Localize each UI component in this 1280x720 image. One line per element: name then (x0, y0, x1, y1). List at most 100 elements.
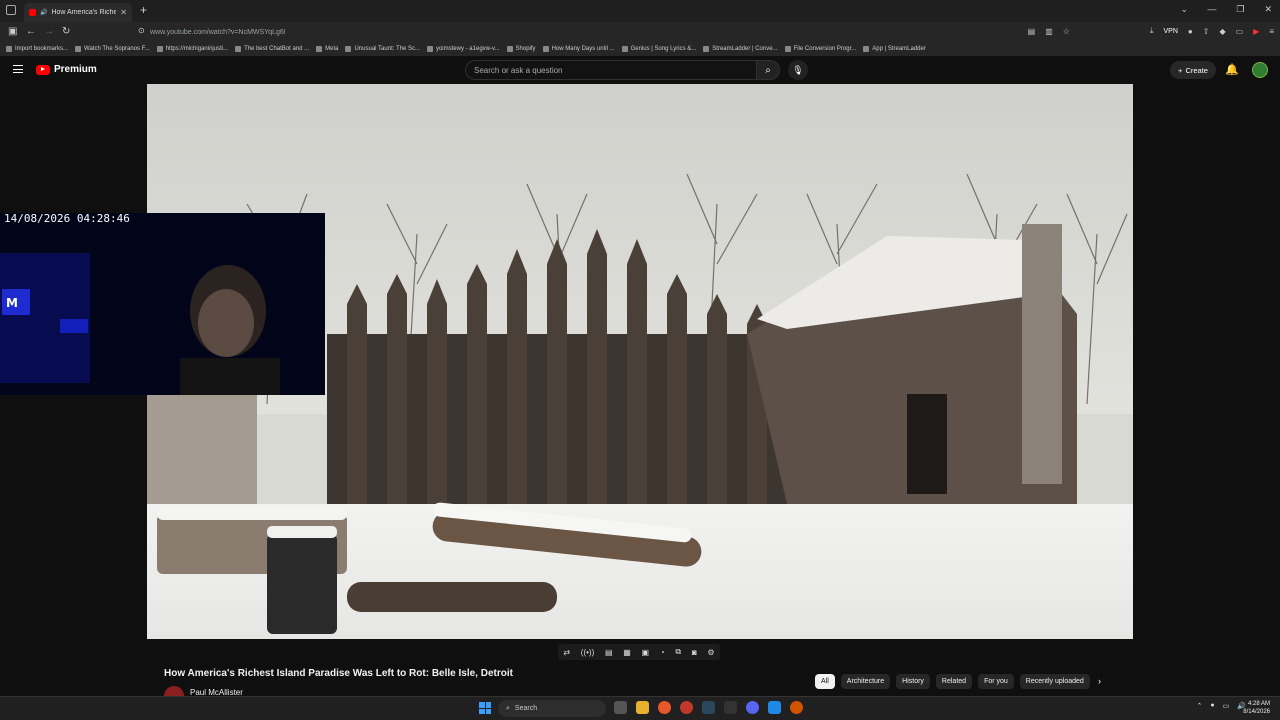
windows-taskbar: ⌕ Search ⌃ ● ▭ 🔊 4:28 AM 8/14/2026 (0, 696, 1280, 720)
bookmark-item[interactable]: Genius | Song Lyrics &... (621, 46, 696, 52)
speed-icon[interactable]: ◔ (660, 648, 665, 657)
bookmark-item[interactable]: File Conversion Progr... (784, 46, 856, 52)
browser-tab[interactable]: 🔊 How America's Richest Isla ✕ (24, 3, 132, 22)
bookmark-favicon-icon (621, 46, 628, 52)
chip-architecture[interactable]: Architecture (840, 674, 891, 689)
microphone-icon: 🎙 (792, 64, 804, 75)
bookmark-item[interactable]: The best ChatBot and ... (235, 46, 309, 52)
task-view-icon[interactable] (614, 701, 627, 714)
share-icon[interactable]: ⇧ (1203, 27, 1210, 36)
network-icon[interactable]: ▭ (1223, 702, 1230, 710)
pip-icon[interactable]: ⧉ (675, 647, 681, 657)
close-tab-icon[interactable]: ✕ (120, 8, 127, 17)
shield-icon[interactable]: ◆ (1219, 27, 1225, 36)
discord-icon[interactable] (746, 701, 759, 714)
minimize-button[interactable]: — (1207, 4, 1216, 15)
tab-overview-icon[interactable] (6, 5, 16, 15)
notifications-bell-icon[interactable]: 🔔 (1225, 63, 1239, 76)
overlay-timestamp: 14/08/2026 04:28:46 (4, 212, 130, 225)
menu-icon[interactable]: ≡ (1269, 27, 1274, 36)
bookmark-item[interactable]: Import bookmarks... (6, 46, 68, 52)
settings-gear-icon[interactable]: ⚙ (707, 648, 714, 657)
youtube-extension-icon[interactable]: ▶ (1253, 27, 1259, 36)
bookmark-favicon-icon (316, 46, 323, 52)
site-info-icon[interactable]: ⊙ (138, 26, 145, 35)
loop-icon[interactable]: ⇄ (563, 648, 570, 657)
tray-chevron-icon[interactable]: ⌃ (1197, 702, 1203, 710)
bookmark-favicon-icon (6, 46, 12, 52)
youtube-logo[interactable]: Premium (36, 64, 97, 75)
logo-text: Premium (54, 64, 97, 75)
bookmark-item[interactable]: Watch The Sopranos F... (75, 46, 150, 52)
reload-button[interactable]: ↻ (62, 26, 70, 37)
bookmark-label: Watch The Sopranos F... (84, 46, 150, 52)
browser-icon[interactable] (790, 701, 803, 714)
store-icon[interactable] (768, 701, 781, 714)
forward-button[interactable]: → (44, 26, 54, 37)
guide-menu-icon[interactable] (13, 65, 23, 73)
url-field[interactable]: www.youtube.com/watch?v=NcMWSYqLg6I (150, 25, 1030, 40)
new-tab-button[interactable]: + (140, 3, 147, 17)
subtitles-icon[interactable]: ▤ (605, 648, 613, 657)
bookmark-favicon-icon (345, 46, 352, 52)
clock-time: 4:28 AM (1247, 701, 1270, 707)
bookmark-star-icon[interactable]: ☆ (1063, 27, 1070, 36)
wallet-icon[interactable]: ▭ (1236, 27, 1244, 36)
taskbar-search-label: Search (514, 705, 538, 712)
bookmark-item[interactable]: Unusual Taunt: The Sc... (345, 46, 420, 52)
search-input[interactable]: Search or ask a question (465, 60, 757, 80)
red-app-icon[interactable] (680, 701, 693, 714)
extension-icon[interactable]: ● (1188, 27, 1193, 36)
windows-start-icon[interactable] (479, 702, 491, 714)
search-button[interactable]: ⌕ (756, 60, 780, 80)
bookmark-label: How Many Days until ... (551, 46, 615, 52)
bookmark-item[interactable]: StreamLadder | Conve... (703, 46, 778, 52)
firefox-icon[interactable] (658, 701, 671, 714)
chevron-right-icon[interactable]: › (1098, 676, 1101, 686)
back-button[interactable]: ← (26, 26, 36, 37)
bookmark-item[interactable]: Shopify (506, 46, 536, 52)
broadcast-icon[interactable]: ((•)) (581, 648, 594, 657)
chip-all[interactable]: All (815, 674, 835, 689)
chip-recently-uploaded[interactable]: Recently uploaded (1019, 674, 1090, 689)
audio-icon[interactable]: 🔊 (40, 9, 47, 16)
clapper-icon[interactable]: ▦ (623, 648, 631, 657)
screenshot-icon[interactable]: ▤ (1028, 27, 1036, 36)
search-icon: ⌕ (506, 704, 510, 712)
tray-app-icon[interactable]: ● (1210, 702, 1214, 710)
bookmark-item[interactable]: How Many Days until ... (542, 46, 615, 52)
close-window-button[interactable]: ✕ (1264, 4, 1272, 15)
download-icon[interactable]: ⤓ (1150, 26, 1154, 36)
search-placeholder: Search or ask a question (474, 65, 563, 75)
account-avatar[interactable] (1252, 62, 1268, 78)
bookmark-item[interactable]: App | StreamLadder (863, 46, 926, 52)
youtube-play-icon (36, 64, 50, 75)
voice-search-button[interactable]: 🎙 (788, 60, 808, 80)
sidebar-toggle-icon[interactable]: ▣ (8, 26, 17, 37)
create-button[interactable]: + Create (1170, 61, 1216, 79)
taskbar-search[interactable]: ⌕ Search (498, 700, 606, 717)
search-icon: ⌕ (765, 64, 771, 76)
bookmark-label: yoimstewy - a1egvw-v... (435, 46, 500, 52)
restore-button[interactable]: ❐ (1236, 4, 1244, 15)
steam-icon[interactable] (702, 701, 715, 714)
tab-list-chevron-icon[interactable]: ⌄ (1180, 4, 1188, 15)
taskbar-clock[interactable]: 4:28 AM 8/14/2026 (1243, 700, 1270, 716)
reader-icon[interactable]: ▥ (1045, 27, 1053, 36)
miniplayer-icon[interactable]: ▣ (642, 648, 650, 657)
camera-icon[interactable]: ◙ (692, 648, 697, 657)
bookmark-favicon-icon (863, 46, 870, 52)
bookmark-favicon-icon (426, 46, 433, 52)
bookmark-item[interactable]: https://michiganinjusti... (156, 46, 228, 52)
bookmark-item[interactable]: yoimstewy - a1egvw-v... (426, 46, 500, 52)
svg-text:M: M (6, 296, 18, 310)
file-explorer-icon[interactable] (636, 701, 649, 714)
chip-history[interactable]: History (896, 674, 930, 689)
app-icon[interactable] (724, 701, 737, 714)
chip-related[interactable]: Related (935, 674, 973, 689)
bookmark-item[interactable]: Meta (316, 46, 338, 52)
video-logs (157, 502, 702, 634)
vpn-button[interactable]: VPN (1164, 28, 1178, 35)
chip-for-you[interactable]: For you (978, 674, 1014, 689)
system-tray: ⌃ ● ▭ 🔊 (1197, 702, 1246, 710)
